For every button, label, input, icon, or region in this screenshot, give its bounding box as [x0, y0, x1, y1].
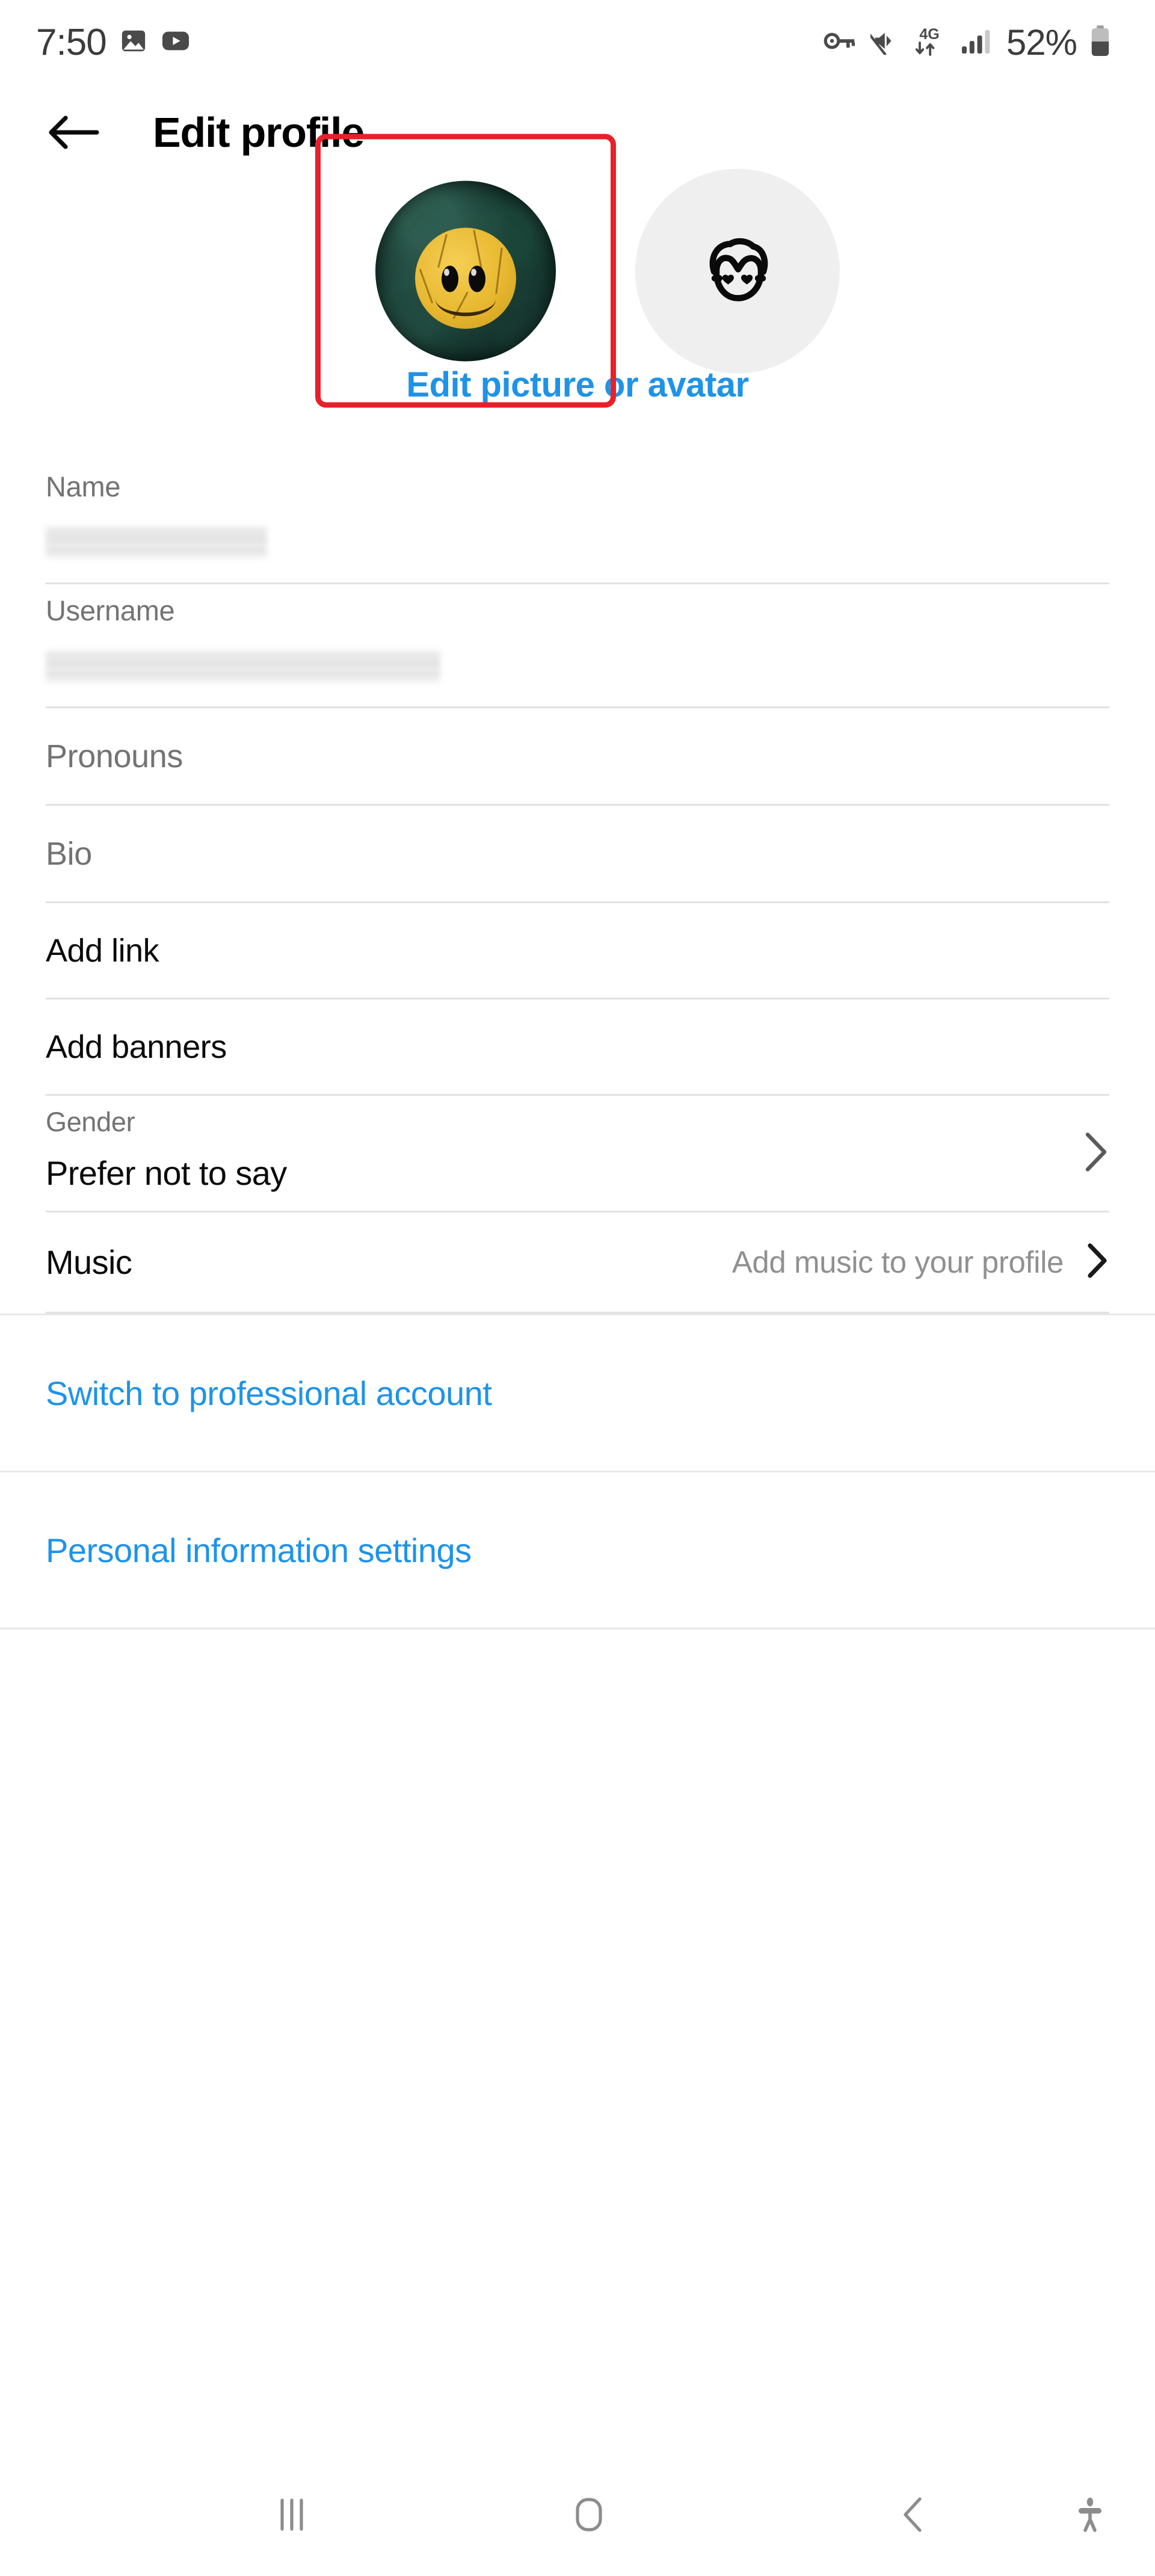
accessibility-icon[interactable]: [1065, 2489, 1115, 2540]
back-arrow-icon[interactable]: [46, 105, 101, 160]
signal-bars-icon: [961, 27, 993, 58]
section-divider: [0, 1628, 1155, 1629]
add-link-label: Add link: [46, 932, 159, 969]
field-name[interactable]: Name: [46, 460, 1109, 584]
switch-to-professional-account-row[interactable]: Switch to professional account: [0, 1315, 1155, 1471]
avatar-option[interactable]: [635, 168, 840, 373]
profile-photo-option[interactable]: [315, 134, 616, 408]
field-add-banners[interactable]: Add banners: [46, 999, 1109, 1096]
chevron-right-icon: [1083, 1131, 1109, 1176]
field-pronouns[interactable]: Pronouns: [46, 708, 1109, 806]
gender-label: Gender: [46, 1107, 135, 1137]
smiley-mouth: [435, 282, 496, 317]
field-username[interactable]: Username: [46, 584, 1109, 708]
field-name-value-redacted: [46, 526, 267, 558]
field-username-value-redacted: [46, 650, 440, 682]
status-clock: 7:50: [36, 21, 107, 63]
smiley-face-graphic: [415, 227, 516, 329]
profile-form: Name Username Pronouns Bio Add link Add …: [0, 460, 1155, 1314]
personal-information-settings-label: Personal information settings: [46, 1531, 472, 1569]
vpn-key-icon: [824, 29, 857, 56]
avatar-options-row: [315, 134, 840, 408]
field-pronouns-placeholder: Pronouns: [46, 738, 183, 774]
4g-data-icon: 4G: [911, 25, 947, 60]
field-gender[interactable]: Gender Prefer not to say: [46, 1096, 1109, 1212]
status-bar-right: 4G 52%: [824, 22, 1110, 63]
field-username-label: Username: [46, 595, 175, 626]
sound-muted-icon: [866, 27, 898, 58]
field-bio[interactable]: Bio: [46, 806, 1109, 903]
android-navigation-bar: [0, 2453, 1155, 2576]
avatar-face-heart-eyes-icon: [698, 230, 777, 312]
music-value: Add music to your profile: [732, 1245, 1064, 1279]
youtube-icon: [161, 27, 191, 58]
battery-percent-label: 52%: [1006, 22, 1077, 63]
field-name-label: Name: [46, 471, 121, 502]
chevron-right-icon: [1085, 1242, 1109, 1282]
personal-information-settings-row[interactable]: Personal information settings: [0, 1472, 1155, 1628]
profile-photo-image: [375, 181, 556, 361]
field-music[interactable]: Music Add music to your profile: [46, 1212, 1109, 1314]
status-bar-left: 7:50: [36, 21, 191, 64]
music-value-group: Add music to your profile: [732, 1242, 1109, 1282]
status-bar: 7:50 4G 52%: [0, 0, 1155, 84]
svg-text:4G: 4G: [919, 26, 939, 43]
home-icon[interactable]: [564, 2489, 614, 2540]
field-add-link[interactable]: Add link: [46, 903, 1109, 999]
music-label: Music: [46, 1243, 132, 1281]
battery-icon: [1090, 25, 1110, 60]
photos-icon: [120, 27, 147, 58]
switch-to-professional-account-label: Switch to professional account: [46, 1374, 492, 1412]
recents-icon[interactable]: [266, 2489, 317, 2540]
gender-value: Prefer not to say: [46, 1154, 287, 1192]
field-bio-placeholder: Bio: [46, 835, 92, 872]
back-icon[interactable]: [889, 2489, 939, 2540]
add-banners-label: Add banners: [46, 1028, 227, 1065]
avatar-picker: [0, 134, 1155, 408]
